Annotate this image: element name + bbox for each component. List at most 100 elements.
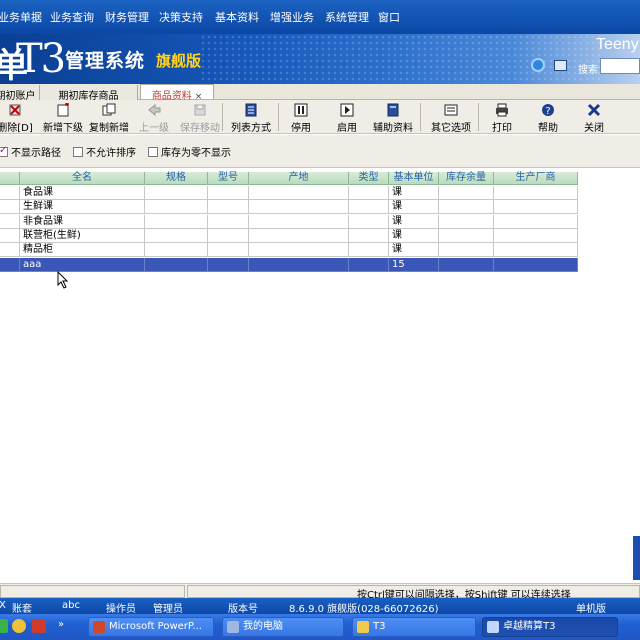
menu-item[interactable]: 决策支持 xyxy=(155,9,207,25)
table-cell[interactable] xyxy=(208,214,249,229)
toolbar-button[interactable]: 关闭 xyxy=(576,102,612,134)
toolbar-button[interactable]: 停用 xyxy=(282,102,320,134)
table-cell[interactable] xyxy=(249,214,349,229)
table-cell[interactable] xyxy=(145,257,208,272)
toolbar-button[interactable]: 列表方式 xyxy=(226,102,276,134)
quicklaunch-icon[interactable] xyxy=(32,619,46,633)
option-checkbox[interactable]: 不允许排序 xyxy=(73,144,136,159)
row-header[interactable] xyxy=(0,243,20,258)
table-row[interactable]: 生鲜课 课 xyxy=(0,200,578,215)
table-cell[interactable] xyxy=(494,243,578,258)
table-cell[interactable] xyxy=(349,200,389,215)
table-cell[interactable] xyxy=(145,228,208,243)
taskbar-task[interactable]: T3 xyxy=(352,617,476,637)
table-cell[interactable] xyxy=(349,186,389,200)
toolbar-button[interactable]: 删除[D] xyxy=(0,102,34,134)
tab-product-data[interactable]: 商品资料 × xyxy=(140,84,214,102)
table-cell[interactable] xyxy=(439,257,494,272)
table-cell[interactable] xyxy=(439,186,494,200)
table-cell[interactable]: 课 xyxy=(389,214,439,229)
checkbox-box[interactable] xyxy=(73,146,83,157)
table-cell[interactable] xyxy=(494,186,578,200)
table-cell[interactable]: 课 xyxy=(389,243,439,258)
search-input[interactable] xyxy=(600,58,640,74)
table-cell[interactable] xyxy=(208,257,249,272)
table-cell[interactable]: 非食品课 xyxy=(20,214,145,229)
row-header[interactable] xyxy=(0,186,20,200)
table-cell[interactable] xyxy=(494,200,578,215)
browser-icon[interactable] xyxy=(531,58,545,72)
table-row[interactable]: 食品课 课 xyxy=(0,186,578,200)
toolbar-button[interactable]: 复制新增 xyxy=(86,102,132,134)
menu-item[interactable]: 财务管理 xyxy=(101,9,153,25)
table-cell[interactable]: 15 xyxy=(389,257,439,272)
more-icon[interactable]: » xyxy=(58,619,64,630)
table-cell[interactable] xyxy=(349,214,389,229)
checkbox-box[interactable] xyxy=(148,146,158,157)
toolbar-button[interactable]: ? 帮助 xyxy=(530,102,566,134)
table-row[interactable]: 联营柜(生鲜) 课 xyxy=(0,228,578,243)
column-header[interactable]: 生产厂商 xyxy=(494,172,578,185)
menu-item[interactable]: 系统管理 xyxy=(321,9,373,25)
toolbar-button[interactable]: 保存移动 xyxy=(176,102,224,134)
table-cell[interactable] xyxy=(145,243,208,258)
toolbar-button[interactable]: 启用 xyxy=(328,102,366,134)
option-checkbox[interactable]: 不显示路径 xyxy=(0,144,61,159)
table-cell[interactable] xyxy=(349,257,389,272)
row-header[interactable] xyxy=(0,200,20,215)
table-cell[interactable]: 课 xyxy=(389,200,439,215)
column-header[interactable]: 型号 xyxy=(208,172,249,185)
option-checkbox[interactable]: 库存为零不显示 xyxy=(148,144,231,159)
row-header[interactable] xyxy=(0,214,20,229)
column-header[interactable]: 规格 xyxy=(145,172,208,185)
menu-item[interactable]: 增强业务 xyxy=(266,9,318,25)
table-cell[interactable]: 食品课 xyxy=(20,186,145,200)
screen-icon[interactable] xyxy=(554,60,567,71)
table-cell[interactable] xyxy=(208,200,249,215)
table-cell[interactable] xyxy=(145,214,208,229)
toolbar-button[interactable]: 上一级 xyxy=(136,102,172,134)
table-cell[interactable]: 生鲜课 xyxy=(20,200,145,215)
table-cell[interactable] xyxy=(439,243,494,258)
column-header[interactable]: 产地 xyxy=(249,172,349,185)
taskbar-task[interactable]: 卓越精算T3 xyxy=(482,617,618,637)
taskbar-task[interactable]: Microsoft PowerP... xyxy=(88,617,214,637)
table-cell[interactable] xyxy=(349,228,389,243)
column-header[interactable]: 基本单位 xyxy=(389,172,439,185)
menu-item[interactable]: 业务查询 xyxy=(46,9,98,25)
column-header[interactable]: 库存余量 xyxy=(439,172,494,185)
row-header[interactable] xyxy=(0,228,20,243)
table-cell[interactable]: 精品柜 xyxy=(20,243,145,258)
quicklaunch-icon[interactable] xyxy=(12,619,26,633)
table-cell[interactable] xyxy=(249,257,349,272)
toolbar-button[interactable]: 辅助资料 xyxy=(370,102,416,134)
tab-opening-inventory[interactable]: 期初库存商品 xyxy=(40,85,138,102)
quicklaunch-icon[interactable] xyxy=(0,619,8,633)
table-cell[interactable] xyxy=(439,200,494,215)
table-cell[interactable] xyxy=(494,214,578,229)
table-cell[interactable] xyxy=(249,243,349,258)
menu-item[interactable]: 业务单据 xyxy=(0,9,46,25)
row-header[interactable] xyxy=(0,257,20,272)
table-cell[interactable] xyxy=(494,228,578,243)
table-cell[interactable] xyxy=(439,214,494,229)
menu-item[interactable]: 基本资料 xyxy=(211,9,263,25)
table-cell[interactable] xyxy=(208,186,249,200)
table-cell[interactable] xyxy=(145,186,208,200)
table-cell[interactable]: aaa xyxy=(20,257,145,272)
table-row[interactable]: 非食品课 课 xyxy=(0,214,578,229)
table-cell[interactable] xyxy=(249,200,349,215)
table-cell[interactable] xyxy=(349,243,389,258)
menu-item[interactable]: 窗口 xyxy=(374,9,404,25)
taskbar-task[interactable]: 我的电脑 xyxy=(222,617,344,637)
toolbar-button[interactable]: 新增下级 xyxy=(40,102,86,134)
table-row[interactable]: aaa 15 xyxy=(0,257,578,272)
checkbox-box[interactable] xyxy=(0,145,8,157)
toolbar-button[interactable]: 打印 xyxy=(484,102,520,134)
table-cell[interactable] xyxy=(494,257,578,272)
table-cell[interactable]: 联营柜(生鲜) xyxy=(20,228,145,243)
table-cell[interactable]: 课 xyxy=(389,228,439,243)
column-header[interactable]: 全名 xyxy=(20,172,145,185)
column-header[interactable]: 类型 xyxy=(349,172,389,185)
tab-opening-account[interactable]: 期初账户 xyxy=(0,85,40,102)
